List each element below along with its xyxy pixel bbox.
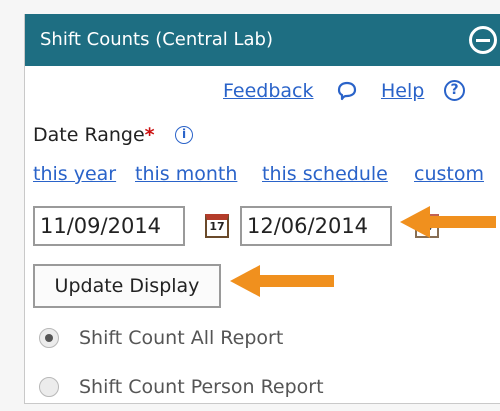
orange-arrow-icon bbox=[230, 265, 334, 297]
custom-link[interactable]: custom bbox=[414, 161, 484, 187]
this-year-link[interactable]: this year bbox=[33, 161, 116, 187]
info-icon[interactable]: i bbox=[175, 126, 193, 144]
calendar-icon[interactable]: 17 bbox=[205, 214, 229, 238]
this-month-link[interactable]: this month bbox=[135, 161, 237, 187]
panel-header: Shift Counts (Central Lab) bbox=[25, 14, 500, 66]
feedback-link[interactable]: Feedback bbox=[223, 78, 313, 104]
end-date-input[interactable] bbox=[240, 206, 392, 246]
minus-circle-icon[interactable] bbox=[469, 26, 497, 54]
chat-bubble-icon[interactable] bbox=[336, 80, 358, 102]
panel-title: Shift Counts (Central Lab) bbox=[40, 29, 273, 50]
start-date-input[interactable] bbox=[33, 206, 185, 246]
report-option-label: Shift Count All Report bbox=[79, 327, 284, 349]
help-link[interactable]: Help bbox=[381, 78, 424, 104]
help-links-row: Feedback Help ? bbox=[25, 78, 500, 108]
date-range-label-text: Date Range bbox=[33, 124, 145, 146]
orange-arrow-icon bbox=[400, 206, 496, 238]
report-option-label: Shift Count Person Report bbox=[79, 376, 324, 398]
update-display-button[interactable]: Update Display bbox=[33, 264, 221, 308]
radio-selected-icon[interactable] bbox=[39, 328, 59, 348]
date-range-label: Date Range* bbox=[33, 122, 155, 148]
radio-unselected-icon[interactable] bbox=[39, 377, 59, 397]
question-circle-icon[interactable]: ? bbox=[444, 80, 465, 101]
this-schedule-link[interactable]: this schedule bbox=[262, 161, 388, 187]
required-marker: * bbox=[144, 124, 155, 146]
